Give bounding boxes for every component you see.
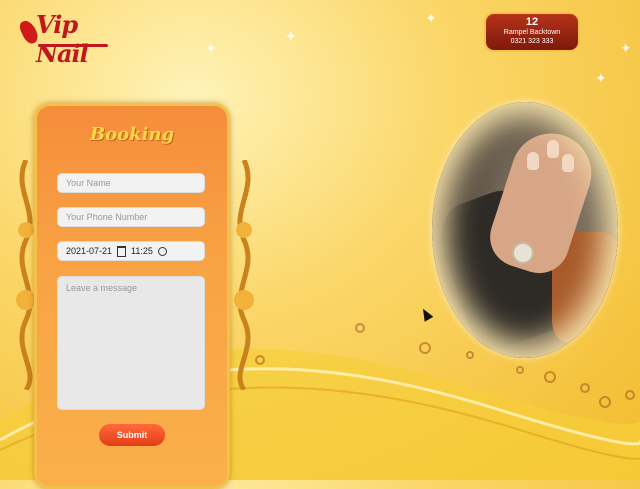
- sparkle-icon: ✦: [285, 28, 297, 44]
- phone-placeholder: Your Phone Number: [66, 212, 148, 222]
- datetime-field[interactable]: 2021-07-21 11:25: [57, 241, 205, 261]
- nail-photo: [432, 102, 618, 358]
- gold-ornament: [234, 160, 254, 390]
- submit-button[interactable]: Submit: [99, 424, 165, 446]
- clock-icon[interactable]: [157, 246, 167, 256]
- name-placeholder: Your Name: [66, 178, 111, 188]
- booking-form: Booking Your Name Your Phone Number 2021…: [34, 103, 230, 489]
- booking-title: Booking: [89, 124, 175, 145]
- message-placeholder: Leave a message: [66, 283, 138, 293]
- phone-field[interactable]: Your Phone Number: [57, 207, 205, 227]
- address-number: 12: [525, 16, 539, 28]
- date-value: 2021-07-21: [66, 246, 113, 256]
- address-badge: 12 Rampel Backtown 0321 323 333: [484, 12, 580, 52]
- message-field[interactable]: Leave a message: [57, 276, 205, 410]
- name-field[interactable]: Your Name: [57, 173, 205, 193]
- address-phone: 0321 323 333: [510, 38, 554, 45]
- sparkle-icon: ✦: [595, 70, 607, 86]
- logo-text: Vip Nail: [36, 10, 89, 68]
- sparkle-icon: ✦: [425, 10, 437, 26]
- sparkle-icon: ✦: [620, 40, 632, 56]
- time-value: 11:25: [131, 246, 153, 256]
- address-street: Rampel Backtown: [503, 29, 561, 36]
- calendar-icon[interactable]: [117, 245, 127, 257]
- logo[interactable]: Vip Nail: [8, 6, 108, 68]
- sparkle-icon: ✦: [205, 40, 217, 56]
